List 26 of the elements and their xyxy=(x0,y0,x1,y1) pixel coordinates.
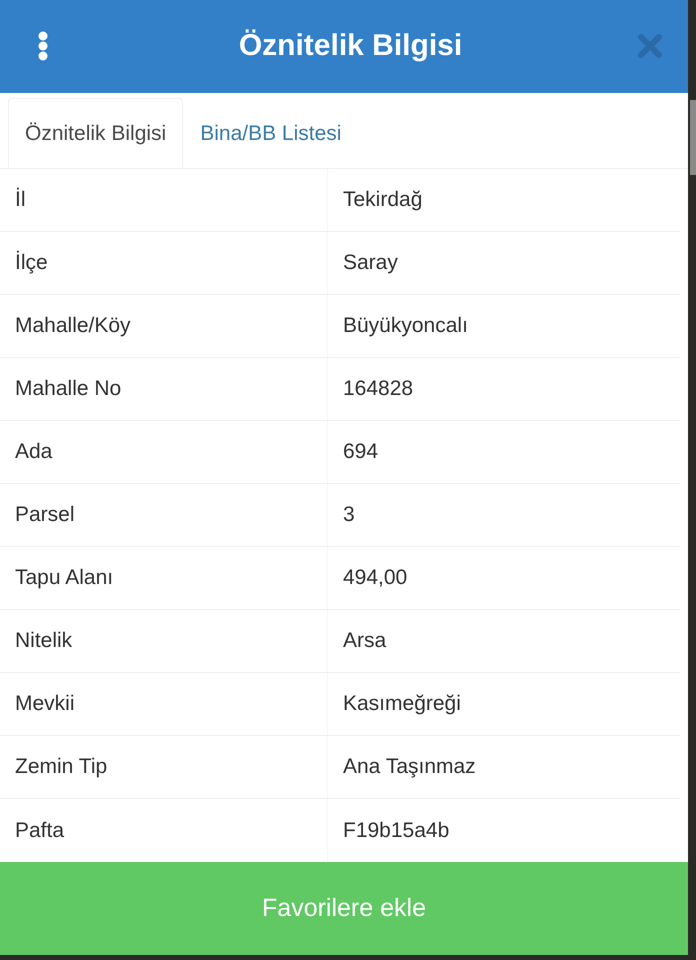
close-icon[interactable] xyxy=(638,34,662,58)
dialog-title: Öznitelik Bilgisi xyxy=(238,29,464,64)
attribute-label: İl xyxy=(14,186,26,214)
attribute-label: Ada xyxy=(14,439,54,466)
attribute-label: Tapu Alanı xyxy=(14,565,114,592)
attribute-value: Saray xyxy=(327,232,680,294)
attribute-label: Mahalle/Köy xyxy=(14,313,132,340)
attribute-label: Zemin Tip xyxy=(14,754,108,780)
attribute-label: İlçe xyxy=(14,250,49,276)
attribute-value: 694 xyxy=(327,421,680,484)
attribute-value: Tekirdağ xyxy=(327,169,680,232)
attribute-label: Pafta xyxy=(14,818,66,844)
attribute-label: Nitelik xyxy=(14,628,74,654)
attribute-value: Ana Taşınmaz xyxy=(327,736,680,798)
scrollbar-thumb[interactable] xyxy=(690,100,696,175)
attribute-value: 164828 xyxy=(327,358,680,420)
attribute-label: Parsel xyxy=(14,502,76,528)
attribute-value: Büyükyoncalı xyxy=(327,295,680,358)
attribute-value: 3 xyxy=(327,484,680,546)
attribute-label: Mevkii xyxy=(14,691,76,718)
menu-icon[interactable] xyxy=(37,31,49,62)
attribute-value: Arsa xyxy=(327,610,680,672)
attribute-value: 494,00 xyxy=(327,547,680,610)
tab[interactable]: Öznitelik Bilgisi xyxy=(8,98,184,168)
attribute-label: Mahalle No xyxy=(14,376,122,402)
attribute-value: Kasımeğreği xyxy=(327,673,680,736)
